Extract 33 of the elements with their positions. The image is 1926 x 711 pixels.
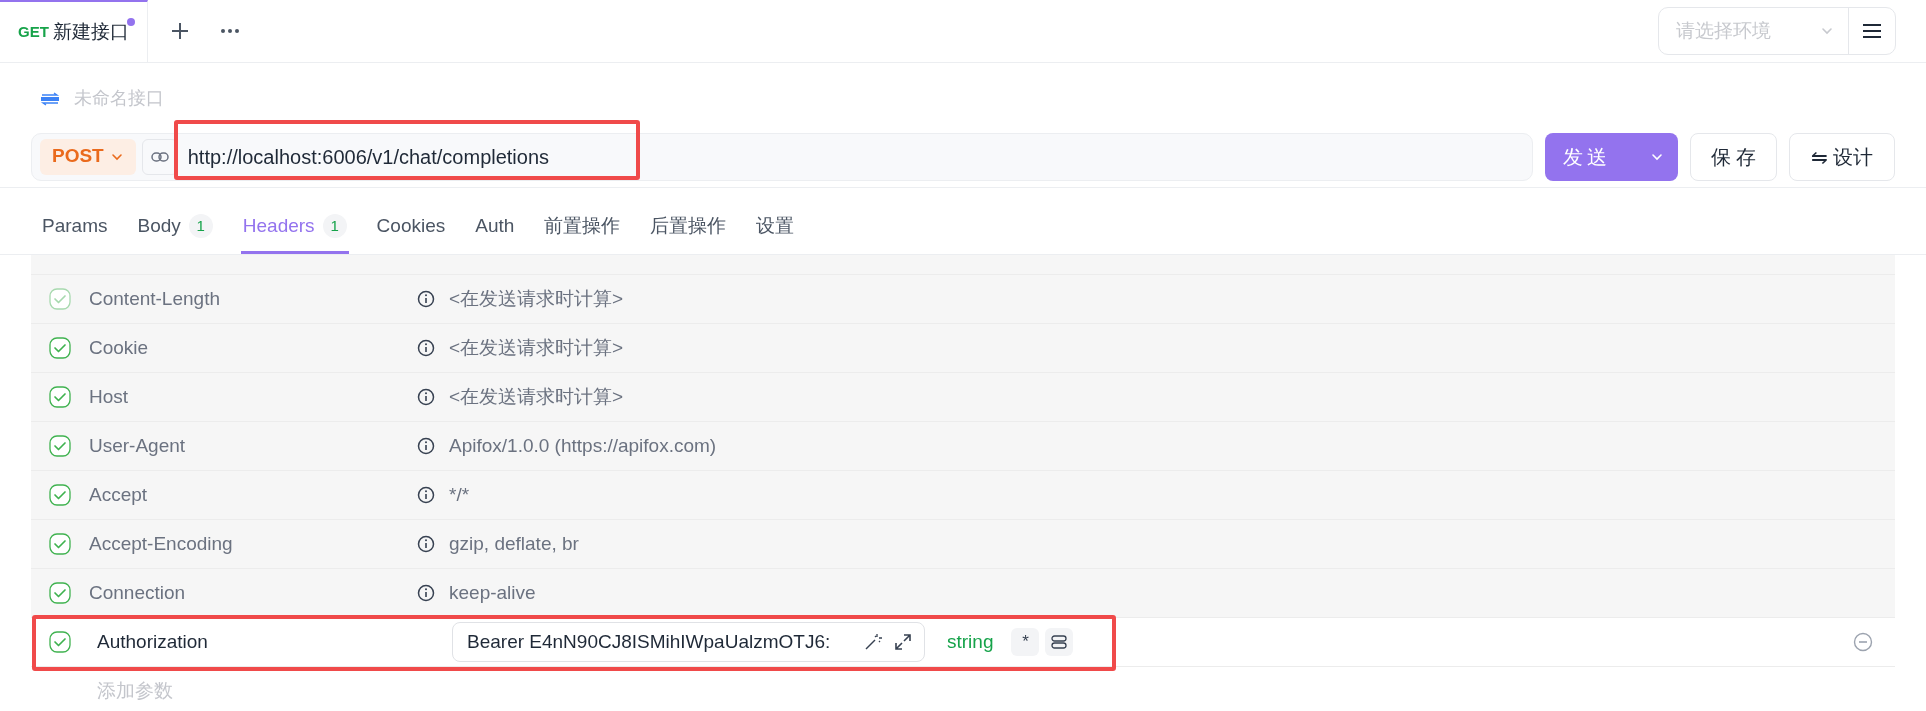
header-name: Connection [89,580,187,605]
tab[interactable]: 前置操作 [542,207,623,254]
header-name: Authorization [97,629,209,654]
tab[interactable]: Cookies [374,207,448,254]
value-field[interactable]: Bearer E4nN90CJ8ISMihIWpaUalzmOTJ6: [452,622,925,662]
header-name: Cookie [89,335,150,360]
tab[interactable]: 后置操作 [648,207,729,254]
tab-title: 新建接口 [52,19,129,44]
required-button[interactable]: * [1011,628,1040,656]
count-badge: 1 [322,214,347,238]
method-label: GET [18,21,49,42]
save-button[interactable]: 保 存 [1690,132,1777,181]
header-value: Apifox/1.0.0 (https://apifox.com) [449,433,717,458]
header-name: Accept [89,482,149,507]
header-value: <在发送请求时计算> [449,335,624,360]
count-badge: 1 [188,214,213,238]
header-value: gzip, deflate, br [449,531,579,556]
send-button[interactable]: 发送 [1545,132,1678,181]
tab[interactable]: 设置 [754,207,797,254]
header-value: <在发送请求时计算> [449,286,624,311]
header-value: */* [449,482,470,507]
header-name: Accept-Encoding [89,531,234,556]
header-name: User-Agent [89,433,187,458]
header-name: Host [89,384,130,409]
header-name: Content-Length [89,286,221,311]
header-value: keep-alive [449,580,536,605]
design-button[interactable]: ⇋ 设计 [1789,132,1895,181]
tab[interactable]: Auth [473,207,517,254]
header-value: <在发送请求时计算> [449,384,624,409]
document-tab[interactable]: GET 新建接口 [0,0,148,62]
url-field[interactable]: http://localhost:6006/v1/chat/completions [187,141,550,172]
tab[interactable]: Params [40,207,110,254]
tab[interactable]: Body 1 [135,207,215,254]
